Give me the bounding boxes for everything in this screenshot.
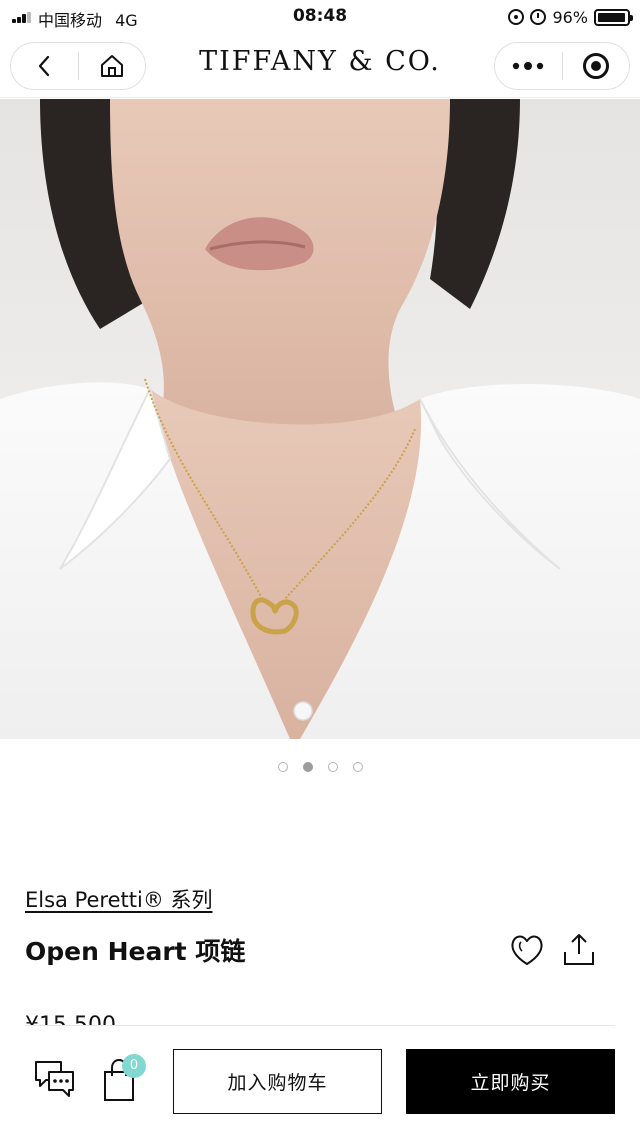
battery-percent: 96% <box>552 7 588 27</box>
share-button[interactable] <box>560 930 598 970</box>
wishlist-button[interactable] <box>508 930 546 970</box>
product-title: Open Heart 项链 <box>25 937 246 966</box>
home-button[interactable] <box>79 43 146 89</box>
back-button[interactable] <box>11 43 78 89</box>
chat-bubbles-icon <box>35 1061 74 1097</box>
nav-capsule <box>10 42 146 90</box>
buy-now-button[interactable]: 立即购买 <box>406 1049 615 1114</box>
add-to-cart-button[interactable]: 加入购物车 <box>173 1049 382 1114</box>
customer-service-button[interactable] <box>33 1056 77 1100</box>
battery-icon <box>594 8 633 26</box>
series-link[interactable]: Elsa Peretti® 系列 <box>25 884 213 914</box>
share-icon <box>564 934 594 965</box>
target-circle-icon <box>582 53 609 79</box>
carousel-dot[interactable] <box>302 762 313 772</box>
alarm-icon <box>530 9 547 25</box>
mini-program-header: TIFFANY & CO. <box>0 34 640 98</box>
orientation-lock-icon <box>508 9 525 25</box>
battery-fill <box>598 12 625 22</box>
cart-count-badge: 0 <box>122 1054 146 1078</box>
carousel-dot[interactable] <box>352 762 363 772</box>
status-bar: 中国移动 4G 08:48 96% <box>0 0 640 34</box>
product-image-carousel[interactable] <box>0 99 640 739</box>
carousel-indicator <box>0 762 640 772</box>
close-button[interactable] <box>563 43 630 89</box>
more-button[interactable] <box>495 43 562 89</box>
status-indicators: 96% <box>508 6 633 28</box>
product-price: ¥15,500 <box>25 1013 116 1026</box>
product-photo <box>0 99 640 739</box>
heart-icon <box>511 935 543 965</box>
chevron-left-icon <box>39 55 50 77</box>
home-icon <box>100 55 123 77</box>
more-dots-icon <box>513 62 544 70</box>
menu-capsule <box>494 42 630 90</box>
carousel-dot[interactable] <box>327 762 338 772</box>
carousel-dot[interactable] <box>277 762 288 772</box>
